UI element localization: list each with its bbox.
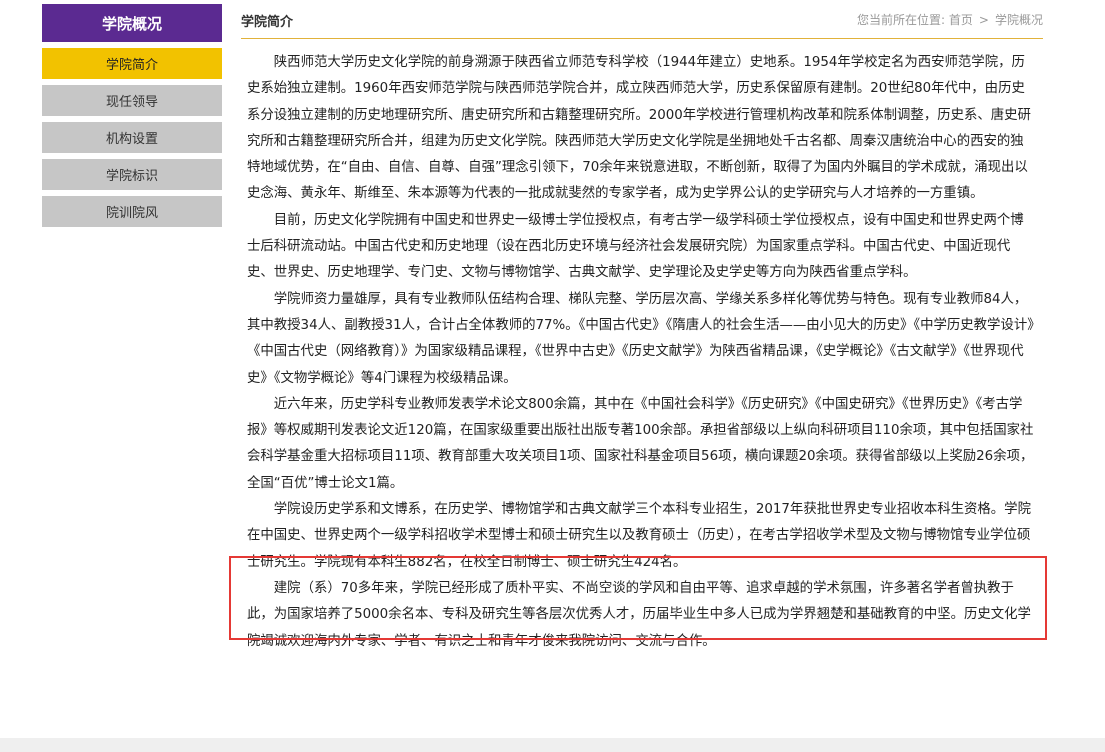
- breadcrumb: 您当前所在位置: 首页 > 学院概况: [857, 11, 1043, 28]
- sidebar-title: 学院概况: [42, 4, 222, 42]
- paragraph-closing: 建院（系）70多年来，学院已经形成了质朴平实、不尚空谈的学风和自由平等、追求卓越…: [247, 580, 1031, 649]
- sidebar: 学院概况 学院简介 现任领导 机构设置 学院标识 院训院风: [42, 4, 222, 233]
- article-body: 陕西师范大学历史文化学院的前身溯源于陕西省立师范专科学校（1944年建立）史地系…: [247, 50, 1037, 655]
- paragraph-faculty: 学院师资力量雄厚，具有专业教师队伍结构合理、梯队完整、学历层次高、学缘关系多样化…: [247, 291, 1034, 386]
- main-panel: 学院简介 您当前所在位置: 首页 > 学院概况 陕西师范大学历史文化学院的前身溯源于…: [241, 0, 1043, 649]
- paragraph-research: 近六年来，历史学科专业教师发表学术论文800余篇，其中在《中国社会科学》《历史研…: [247, 396, 1034, 491]
- sidebar-menu: 学院简介 现任领导 机构设置 学院标识 院训院风: [42, 48, 222, 227]
- paragraph-programs: 学院设历史学系和文博系，在历史学、博物馆学和古典文献学三个本科专业招生，2017…: [247, 502, 1031, 570]
- breadcrumb-current-link[interactable]: 学院概况: [995, 13, 1043, 27]
- sidebar-item-organization[interactable]: 机构设置: [42, 122, 222, 153]
- sidebar-item-leaders[interactable]: 现任领导: [42, 85, 222, 116]
- page-title: 学院简介: [241, 15, 294, 30]
- paragraph-history: 陕西师范大学历史文化学院的前身溯源于陕西省立师范专科学校（1944年建立）史地系…: [247, 55, 1031, 202]
- paragraph-disciplines: 目前，历史文化学院拥有中国史和世界史一级博士学位授权点，有考古学一级学科硕士学位…: [247, 212, 1024, 281]
- sidebar-item-motto[interactable]: 院训院风: [42, 196, 222, 227]
- sidebar-item-logo[interactable]: 学院标识: [42, 159, 222, 190]
- content-header: 学院简介 您当前所在位置: 首页 > 学院概况: [241, 0, 1043, 39]
- breadcrumb-home-link[interactable]: 首页: [949, 13, 973, 27]
- breadcrumb-separator: >: [978, 13, 989, 27]
- sidebar-item-intro[interactable]: 学院简介: [42, 48, 222, 79]
- footer-band: [0, 738, 1105, 752]
- breadcrumb-prefix: 您当前所在位置:: [857, 13, 946, 27]
